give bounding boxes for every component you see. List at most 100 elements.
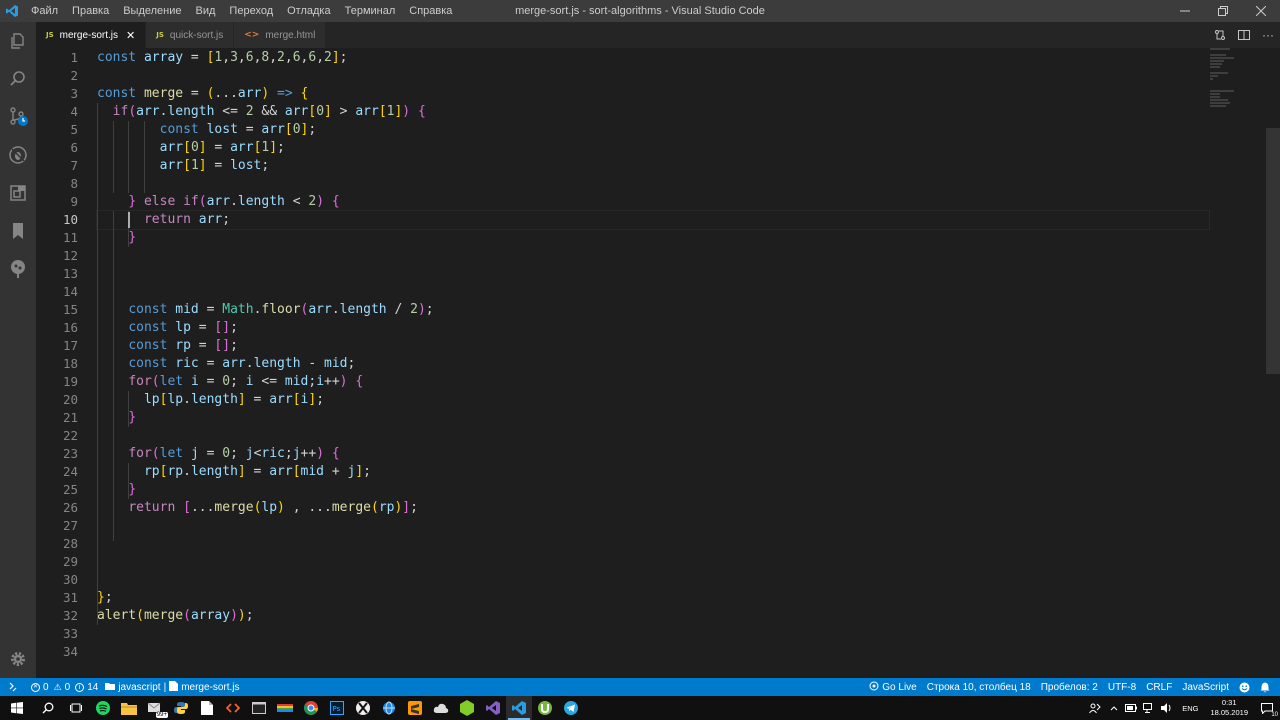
scrollbar-thumb[interactable]: [1266, 128, 1280, 374]
spotify-icon[interactable]: [90, 696, 116, 720]
code-line[interactable]: const array = [1,3,6,8,2,6,6,2];: [97, 49, 1209, 67]
code-line[interactable]: const lost = arr[0];: [97, 121, 1209, 139]
battery-icon[interactable]: [1122, 696, 1140, 720]
taskbar-search-icon[interactable]: [34, 696, 62, 720]
code-line[interactable]: for(let j = 0; j<ric;j++) {: [97, 445, 1209, 463]
mail-badge-icon[interactable]: 99+: [142, 696, 168, 720]
go-live-button[interactable]: Go Live: [864, 678, 921, 696]
code-line[interactable]: [97, 175, 1209, 193]
sublime-text-icon[interactable]: [402, 696, 428, 720]
xbox-icon[interactable]: [350, 696, 376, 720]
code-line[interactable]: [97, 571, 1209, 589]
code-line[interactable]: };: [97, 589, 1209, 607]
windows-start-icon[interactable]: [0, 696, 34, 720]
telegram-icon[interactable]: [558, 696, 584, 720]
network-icon[interactable]: [1140, 696, 1158, 720]
clock[interactable]: 0:31 18.05.2019: [1204, 698, 1254, 718]
menu-file[interactable]: Файл: [24, 0, 65, 22]
code-line[interactable]: [97, 247, 1209, 265]
input-language[interactable]: ENG: [1176, 704, 1204, 713]
code-line[interactable]: const mid = Math.floor(arr.length / 2);: [97, 301, 1209, 319]
nodejs-icon[interactable]: [454, 696, 480, 720]
file-explorer-icon[interactable]: [116, 696, 142, 720]
terminal-window-icon[interactable]: [246, 696, 272, 720]
code-line[interactable]: [97, 283, 1209, 301]
code-line[interactable]: alert(merge(array));: [97, 607, 1209, 625]
code-line[interactable]: [97, 535, 1209, 553]
task-view-icon[interactable]: [62, 696, 90, 720]
volume-icon[interactable]: [1158, 696, 1176, 720]
split-editor-icon[interactable]: [1232, 22, 1256, 48]
code-line[interactable]: arr[0] = arr[1];: [97, 139, 1209, 157]
code-line[interactable]: [97, 553, 1209, 571]
live-share-icon[interactable]: [0, 250, 36, 288]
close-window-button[interactable]: [1242, 0, 1280, 22]
explorer-icon[interactable]: [0, 22, 36, 60]
code-line[interactable]: return [...merge(lp) , ...merge(rp)];: [97, 499, 1209, 517]
language-mode[interactable]: JavaScript: [1177, 678, 1234, 696]
code-content[interactable]: const array = [1,3,6,8,2,6,6,2]; const m…: [96, 49, 1210, 661]
code-line[interactable]: } else if(arr.length < 2) {: [97, 193, 1209, 211]
settings-gear-icon[interactable]: [0, 640, 36, 678]
code-line[interactable]: if(arr.length <= 2 && arr[0] > arr[1]) {: [97, 103, 1209, 121]
code-line[interactable]: }: [97, 229, 1209, 247]
code-line[interactable]: [97, 67, 1209, 85]
code-line[interactable]: [97, 427, 1209, 445]
menu-help[interactable]: Справка: [402, 0, 459, 22]
menu-view[interactable]: Вид: [189, 0, 223, 22]
breadcrumb[interactable]: javascript | merge-sort.js: [103, 678, 241, 696]
more-actions-icon[interactable]: ···: [1256, 22, 1280, 48]
notifications-bell-icon[interactable]: [1255, 678, 1280, 696]
code-line[interactable]: lp[lp.length] = arr[i];: [97, 391, 1209, 409]
line-ending[interactable]: CRLF: [1141, 678, 1177, 696]
menu-edit[interactable]: Правка: [65, 0, 116, 22]
source-control-icon[interactable]: [0, 98, 36, 136]
tab-merge-sort[interactable]: JS merge-sort.js ✕: [36, 22, 147, 48]
notepad-icon[interactable]: [194, 696, 220, 720]
indentation[interactable]: Пробелов: 2: [1036, 678, 1103, 696]
restore-button[interactable]: [1204, 0, 1242, 22]
show-hidden-icons-chevron-icon[interactable]: [1106, 696, 1122, 720]
html-editor-icon[interactable]: [220, 696, 246, 720]
cursor-position[interactable]: Строка 10, столбец 18: [922, 678, 1036, 696]
search-icon[interactable]: [0, 60, 36, 98]
action-center-icon[interactable]: 10: [1254, 696, 1280, 720]
code-line[interactable]: [97, 625, 1209, 643]
python-icon[interactable]: [168, 696, 194, 720]
code-line[interactable]: const lp = [];: [97, 319, 1209, 337]
code-editor[interactable]: 1 2 3 4 5 6 7 8 9 10 11 12 13 14 15 16 17 18 19 20 21 22 23 24 2…: [36, 48, 1280, 678]
open-changes-icon[interactable]: [1208, 22, 1232, 48]
problems-indicator[interactable]: ✕ 0 ⚠ 0 i 14: [26, 678, 103, 696]
debug-icon[interactable]: [0, 136, 36, 174]
close-tab-icon[interactable]: ✕: [126, 29, 135, 42]
remote-icon[interactable]: [0, 678, 26, 696]
chrome-icon[interactable]: [298, 696, 324, 720]
code-line[interactable]: const merge = (...arr) => {: [97, 85, 1209, 103]
vscode-taskbar-icon[interactable]: [506, 696, 532, 720]
menu-debug[interactable]: Отладка: [280, 0, 337, 22]
tab-quick-sort[interactable]: JS quick-sort.js: [146, 22, 235, 48]
code-line[interactable]: for(let i = 0; i <= mid;i++) {: [97, 373, 1209, 391]
browser-globe-icon[interactable]: [376, 696, 402, 720]
encoding[interactable]: UTF-8: [1103, 678, 1141, 696]
photoshop-icon[interactable]: Ps: [324, 696, 350, 720]
code-line-current[interactable]: return arr;: [96, 210, 1210, 230]
code-line[interactable]: const ric = arr.length - mid;: [97, 355, 1209, 373]
tab-merge-html[interactable]: <> merge.html: [234, 22, 327, 48]
bookmark-icon[interactable]: [0, 212, 36, 250]
code-line[interactable]: [97, 517, 1209, 535]
torrent-icon[interactable]: [532, 696, 558, 720]
code-line[interactable]: [97, 265, 1209, 283]
app-rainbow-icon[interactable]: [272, 696, 298, 720]
cloud-drive-icon[interactable]: [428, 696, 454, 720]
minimap[interactable]: [1210, 48, 1266, 128]
code-line[interactable]: rp[rp.length] = arr[mid + j];: [97, 463, 1209, 481]
code-line[interactable]: [97, 643, 1209, 661]
people-icon[interactable]: [1084, 696, 1106, 720]
vertical-scrollbar[interactable]: [1266, 48, 1280, 678]
code-line[interactable]: }: [97, 409, 1209, 427]
code-line[interactable]: }: [97, 481, 1209, 499]
visual-studio-icon[interactable]: [480, 696, 506, 720]
extensions-icon[interactable]: [0, 174, 36, 212]
code-line[interactable]: arr[1] = lost;: [97, 157, 1209, 175]
